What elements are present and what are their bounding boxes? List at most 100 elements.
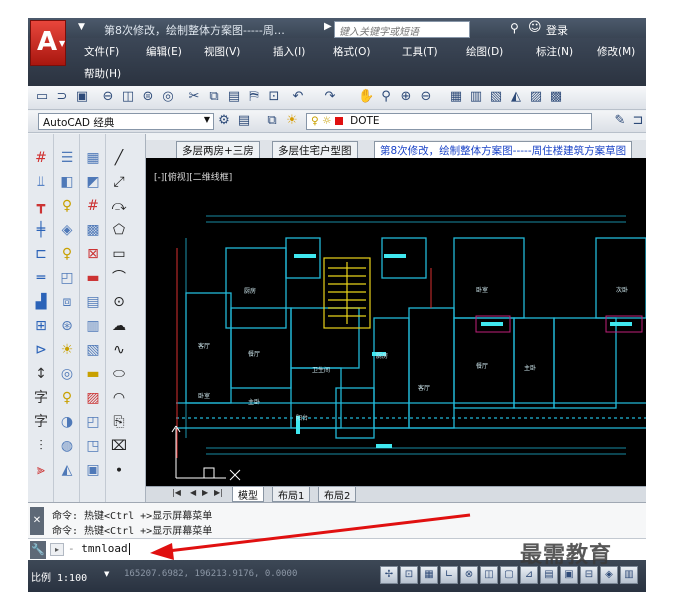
polar-tracking-icon[interactable]: ∟ — [440, 566, 458, 584]
insert-block-icon[interactable]: ▧ — [83, 340, 103, 360]
publish-icon[interactable]: ◎ — [160, 89, 176, 105]
annotation-scale[interactable]: 比例 1:100 — [31, 569, 87, 584]
insert-icon[interactable]: ⎘ — [109, 412, 129, 432]
layer-icon[interactable]: ☰ — [57, 148, 77, 168]
elevation-icon[interactable]: ⊳ — [31, 340, 51, 360]
doc-tab-3[interactable]: 第8次修改，绘制整体方案图-----周住楼建筑方案草图 — [374, 141, 633, 158]
plot-icon[interactable]: ⊜ — [140, 89, 156, 105]
ellipse-icon[interactable]: ⬭ — [109, 364, 129, 384]
stair-icon[interactable]: ▟ — [31, 292, 51, 312]
ortho-mode-icon[interactable]: ▦ — [420, 566, 438, 584]
make-current-icon[interactable]: ✎ — [612, 113, 628, 129]
region-icon[interactable]: ▬ — [83, 268, 103, 288]
menu-modify[interactable]: 修改(M) — [597, 44, 635, 59]
calculator-icon[interactable]: ▩ — [548, 89, 564, 105]
lamp-icon[interactable]: ♀ — [57, 244, 77, 264]
markup-icon[interactable]: ▨ — [528, 89, 544, 105]
circle-icon[interactable]: ⊙ — [109, 292, 129, 312]
match-properties-icon[interactable]: ⛿ — [246, 89, 262, 105]
open-file-icon[interactable]: ⊃ — [54, 89, 70, 105]
ole-icon[interactable]: ◰ — [83, 412, 103, 432]
last-layout-icon[interactable]: ▶| — [214, 488, 223, 497]
table-grid-icon[interactable]: ▦ — [83, 148, 103, 168]
print-preview-icon[interactable]: ◫ — [120, 89, 136, 105]
spline-icon[interactable]: ∿ — [109, 340, 129, 360]
close-icon[interactable]: ✕ — [30, 507, 44, 535]
workspace-select[interactable]: AutoCAD 经典 ▼ — [38, 113, 214, 130]
dynamic-ucs-icon[interactable]: ▢ — [500, 566, 518, 584]
layer-select[interactable]: ♀ ☼ DOTE — [306, 113, 592, 130]
menu-help[interactable]: 帮助(H) — [84, 66, 121, 81]
field-icon[interactable]: ◳ — [83, 436, 103, 456]
quick-access-dropdown-icon[interactable]: ▼ — [78, 22, 85, 32]
material-icon[interactable]: ◑ — [57, 412, 77, 432]
doc-tab-2[interactable]: 多层住宅户型图 — [272, 141, 358, 158]
window-icon[interactable]: ═ — [31, 268, 51, 288]
image-icon[interactable]: ▨ — [83, 388, 103, 408]
user-icon[interactable]: ☺ — [528, 20, 542, 35]
paste-icon[interactable]: ▤ — [226, 89, 242, 105]
recent-commands-icon[interactable]: ▸ — [50, 543, 64, 556]
print-icon[interactable]: ⊖ — [100, 89, 116, 105]
axis-icon[interactable]: ⫫ — [31, 172, 51, 192]
save-icon[interactable]: ▣ — [74, 89, 90, 105]
cut-icon[interactable]: ✂ — [186, 89, 202, 105]
mtext-icon[interactable]: ▤ — [83, 292, 103, 312]
annotation-monitor-icon[interactable]: ▥ — [620, 566, 638, 584]
rectangle-icon[interactable]: ▭ — [109, 244, 129, 264]
column-icon[interactable]: ┳ — [31, 196, 51, 216]
make-block-icon[interactable]: ⌧ — [109, 436, 129, 456]
revcloud-icon[interactable]: ☁ — [109, 316, 129, 336]
snap-mode-icon[interactable]: ✢ — [380, 566, 398, 584]
design-center-icon[interactable]: ▥ — [468, 89, 484, 105]
door-icon[interactable]: ⊏ — [31, 244, 51, 264]
zoom-realtime-icon[interactable]: ⚲ — [378, 89, 394, 105]
visual-style-icon[interactable]: ◭ — [57, 460, 77, 480]
bulb-icon[interactable]: ♀ — [57, 388, 77, 408]
gradient-icon[interactable]: ▩ — [83, 220, 103, 240]
menu-file[interactable]: 文件(F) — [84, 44, 119, 59]
prev-layout-icon[interactable]: ◀ — [190, 488, 196, 497]
menu-dimension[interactable]: 标注(N) — [536, 44, 573, 59]
app-logo-button[interactable]: A ▼ — [30, 20, 66, 66]
text-icon[interactable]: 字 — [31, 388, 51, 408]
grid-display-icon[interactable]: ⊡ — [400, 566, 418, 584]
tab-layout1[interactable]: 布局1 — [272, 487, 311, 502]
hatch-grid-icon[interactable]: # — [83, 196, 103, 216]
dimension-icon[interactable]: ↕ — [31, 364, 51, 384]
undo-icon[interactable]: ↶ — [290, 89, 306, 105]
construction-line-icon[interactable]: ⤢ — [109, 172, 129, 192]
wall-icon[interactable]: ╪ — [31, 220, 51, 240]
copy-icon[interactable]: ⧉ — [206, 89, 222, 105]
layer-manager-icon[interactable]: ⧉ — [264, 113, 280, 129]
chevron-down-icon[interactable]: ▼ — [104, 570, 109, 578]
workspace-settings-icon[interactable]: ⚙ — [216, 113, 232, 129]
camera-icon[interactable]: ◎ — [57, 364, 77, 384]
grid-icon[interactable]: # — [31, 148, 51, 168]
layer-previous-icon[interactable]: ⊐ — [630, 113, 646, 129]
login-link[interactable]: 登录 — [546, 22, 568, 38]
polygon-icon[interactable]: ⬠ — [109, 220, 129, 240]
menu-edit[interactable]: 编辑(E) — [146, 44, 182, 59]
folder-icon[interactable]: ▬ — [83, 364, 103, 384]
search-input[interactable]: 键入关键字或短语 — [334, 21, 470, 38]
customize-icon[interactable]: ▤ — [236, 113, 252, 129]
snap-tracking-icon[interactable]: ◫ — [480, 566, 498, 584]
block-icon[interactable]: ◧ — [57, 172, 77, 192]
point-icon[interactable]: ∙ — [109, 460, 129, 480]
menu-tools[interactable]: 工具(T) — [402, 44, 438, 59]
hyperlink-icon[interactable]: ▣ — [83, 460, 103, 480]
room-icon[interactable]: ⊞ — [31, 316, 51, 336]
table-icon[interactable]: 字 — [31, 412, 51, 432]
object-snap-icon[interactable]: ⊗ — [460, 566, 478, 584]
zoom-window-icon[interactable]: ⊕ — [398, 89, 414, 105]
sun-settings-icon[interactable]: ☀ — [57, 340, 77, 360]
tools-icon[interactable]: ⫸ — [31, 460, 51, 480]
menu-view[interactable]: 视图(V) — [204, 44, 240, 59]
menu-draw[interactable]: 绘图(D) — [466, 44, 503, 59]
command-input[interactable]: - tmnload — [68, 542, 130, 555]
view-icon[interactable]: ◰ — [57, 268, 77, 288]
light-icon[interactable]: ♀ — [57, 196, 77, 216]
zoom-previous-icon[interactable]: ⊖ — [418, 89, 434, 105]
xref-icon[interactable]: ⊛ — [57, 316, 77, 336]
